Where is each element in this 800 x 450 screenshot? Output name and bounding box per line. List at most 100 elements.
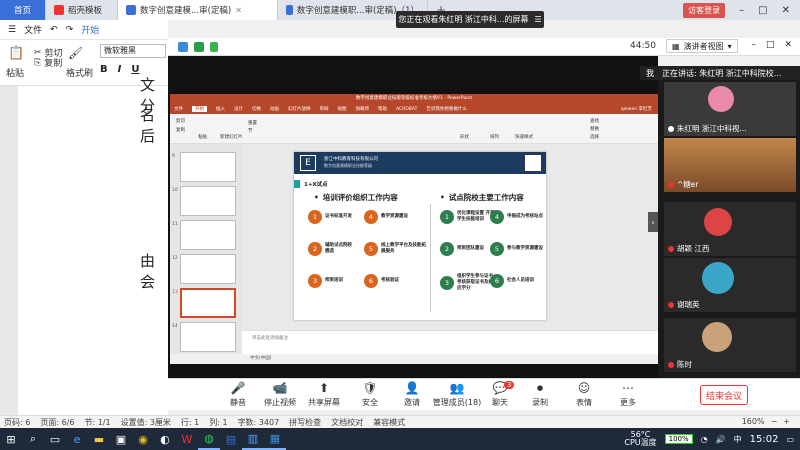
ppt-tab[interactable]: 动画: [270, 106, 279, 112]
bold-button[interactable]: B: [100, 64, 108, 75]
ppt-tab[interactable]: 审阅: [320, 106, 329, 112]
ppt-tab[interactable]: 文件: [174, 106, 183, 112]
zoom-out-icon[interactable]: −: [771, 417, 778, 426]
signal-icon[interactable]: [210, 42, 218, 52]
ppt-tab[interactable]: 幻灯片放映: [288, 106, 311, 112]
participant-tile[interactable]: 陈时: [664, 318, 796, 372]
visitor-login-button[interactable]: 访客登录: [683, 2, 726, 18]
slide-thumb-selected[interactable]: [180, 288, 236, 318]
close-icon[interactable]: ✕: [235, 6, 242, 15]
tab-doc-active[interactable]: 数字创意建模...审(定稿) ✕: [118, 0, 278, 20]
end-meeting-button[interactable]: 结束会议: [700, 385, 748, 405]
slide-thumb[interactable]: [180, 220, 236, 250]
start-tab[interactable]: 开始: [81, 23, 99, 36]
status-words[interactable]: 字数: 3407: [238, 417, 280, 428]
participant-tile[interactable]: 谢瑞英: [664, 258, 796, 312]
underline-button[interactable]: U: [131, 64, 139, 75]
ppt-shapes[interactable]: 形状: [460, 134, 469, 140]
network-icon[interactable]: ◔: [701, 435, 708, 444]
doc-proof-button[interactable]: 文档校对: [331, 417, 363, 428]
tab-docer[interactable]: 稻壳模板: [46, 0, 118, 20]
qq-icon[interactable]: ◐: [154, 428, 176, 450]
manage-members-button[interactable]: 👥 管理成员(18): [432, 382, 482, 408]
notification-icon[interactable]: ▭: [786, 435, 794, 444]
paste-button[interactable]: 粘贴: [6, 66, 24, 79]
ppt-quick-styles[interactable]: 快速样式: [515, 134, 533, 140]
more-button[interactable]: ⋯ 更多: [608, 382, 648, 408]
document-area[interactable]: 文分 名后 由会: [0, 76, 168, 415]
mute-button[interactable]: 🎤 静音: [218, 382, 258, 408]
font-select[interactable]: 微软雅黑: [100, 44, 166, 58]
ppt-copy[interactable]: 复制: [176, 127, 185, 133]
clock[interactable]: 15:02: [750, 434, 779, 445]
format-painter-icon[interactable]: 🖌: [68, 46, 83, 60]
battery-indicator[interactable]: 100%: [664, 434, 693, 444]
ppt-cut[interactable]: 剪切: [176, 118, 185, 124]
ppt-tab[interactable]: 开始: [192, 106, 207, 112]
hamburger-icon[interactable]: ☰: [8, 25, 16, 35]
search-icon[interactable]: ⌕: [22, 428, 44, 450]
maximize-button[interactable]: □: [766, 40, 775, 50]
ppt-tab[interactable]: 切换: [252, 106, 261, 112]
windows-start-icon[interactable]: ⊞: [0, 428, 22, 450]
participant-tile[interactable]: 朱红明 浙江中科视...: [664, 82, 796, 136]
italic-button[interactable]: I: [118, 64, 122, 75]
minimize-button[interactable]: –: [739, 5, 744, 16]
ppt-tab[interactable]: 告诉我你想要做什么: [426, 106, 467, 112]
record-button[interactable]: ⏺ 录制: [520, 382, 560, 408]
spell-check-button[interactable]: 拼写检查: [289, 417, 321, 428]
invite-button[interactable]: 👤 邀请: [392, 382, 432, 408]
slide-thumb[interactable]: [180, 322, 236, 352]
redo-icon[interactable]: ↷: [66, 25, 74, 35]
file-menu[interactable]: 文件: [24, 23, 42, 36]
chat-button[interactable]: 💬 聊天: [480, 382, 520, 408]
ppt-select[interactable]: 选择: [590, 134, 599, 140]
ppt-replace[interactable]: 替换: [590, 126, 599, 132]
ppt-reset[interactable]: 重置: [248, 120, 257, 126]
share-screen-button[interactable]: ⬆ 共享屏幕: [304, 382, 344, 408]
participant-tile[interactable]: 胡颖 江西: [664, 202, 796, 256]
security-icon[interactable]: [194, 42, 204, 52]
tab-home[interactable]: 首页: [0, 0, 46, 20]
ppt-arrange[interactable]: 排列: [490, 134, 499, 140]
powerpoint-icon[interactable]: ▦: [264, 428, 286, 450]
chrome-icon[interactable]: ◉: [132, 428, 154, 450]
maximize-button[interactable]: □: [758, 5, 767, 16]
chevron-right-icon[interactable]: ›: [648, 212, 658, 232]
ie-icon[interactable]: e: [66, 428, 88, 450]
meeting-app-icon[interactable]: ▥: [242, 428, 264, 450]
zoom-level[interactable]: 160%: [742, 417, 765, 426]
volume-icon[interactable]: 🔊: [716, 435, 726, 444]
ppt-find[interactable]: 查找: [590, 118, 599, 124]
copy-button[interactable]: ⎘ 复制: [34, 56, 62, 70]
notes-pane[interactable]: 单击此处添加备注: [242, 330, 658, 354]
ppt-tab[interactable]: ACROBAT: [396, 107, 417, 112]
app-icon[interactable]: ▤: [220, 428, 242, 450]
menu-icon[interactable]: ☰: [535, 15, 542, 24]
undo-icon[interactable]: ↶: [50, 25, 58, 35]
wps-icon[interactable]: W: [176, 428, 198, 450]
slide-thumb[interactable]: [180, 254, 236, 284]
task-view-icon[interactable]: ▭: [44, 428, 66, 450]
store-icon[interactable]: ▣: [110, 428, 132, 450]
current-slide[interactable]: E 浙江中科教育科技有限公司 数字创意建模职业技能等级 1+X试点 培训评价组织…: [294, 152, 546, 320]
ppt-new-slide[interactable]: 新建幻灯片: [220, 134, 243, 140]
stop-video-button[interactable]: 📹 停止视频: [260, 382, 300, 408]
emoji-button[interactable]: ☺ 表情: [564, 382, 604, 408]
participant-tile[interactable]: ^糖er: [664, 138, 796, 192]
slide-thumb[interactable]: [180, 152, 236, 182]
ppt-section[interactable]: 节: [248, 128, 253, 134]
format-painter-button[interactable]: 格式刷: [66, 66, 93, 79]
slide-thumb[interactable]: [180, 186, 236, 216]
minimize-button[interactable]: –: [751, 40, 756, 50]
close-button[interactable]: ✕: [784, 40, 792, 50]
ppt-paste[interactable]: 粘贴: [198, 134, 207, 140]
folder-icon[interactable]: ▬: [88, 428, 110, 450]
zoom-in-icon[interactable]: +: [783, 417, 790, 426]
speaker-view-select[interactable]: ▦ 演讲者视图 ▾: [666, 39, 738, 53]
close-button[interactable]: ✕: [782, 5, 790, 16]
info-icon[interactable]: [178, 42, 188, 52]
ppt-tab[interactable]: 视图: [338, 106, 347, 112]
ppt-tab[interactable]: 设计: [234, 106, 243, 112]
ppt-tab[interactable]: 加载项: [356, 106, 370, 112]
